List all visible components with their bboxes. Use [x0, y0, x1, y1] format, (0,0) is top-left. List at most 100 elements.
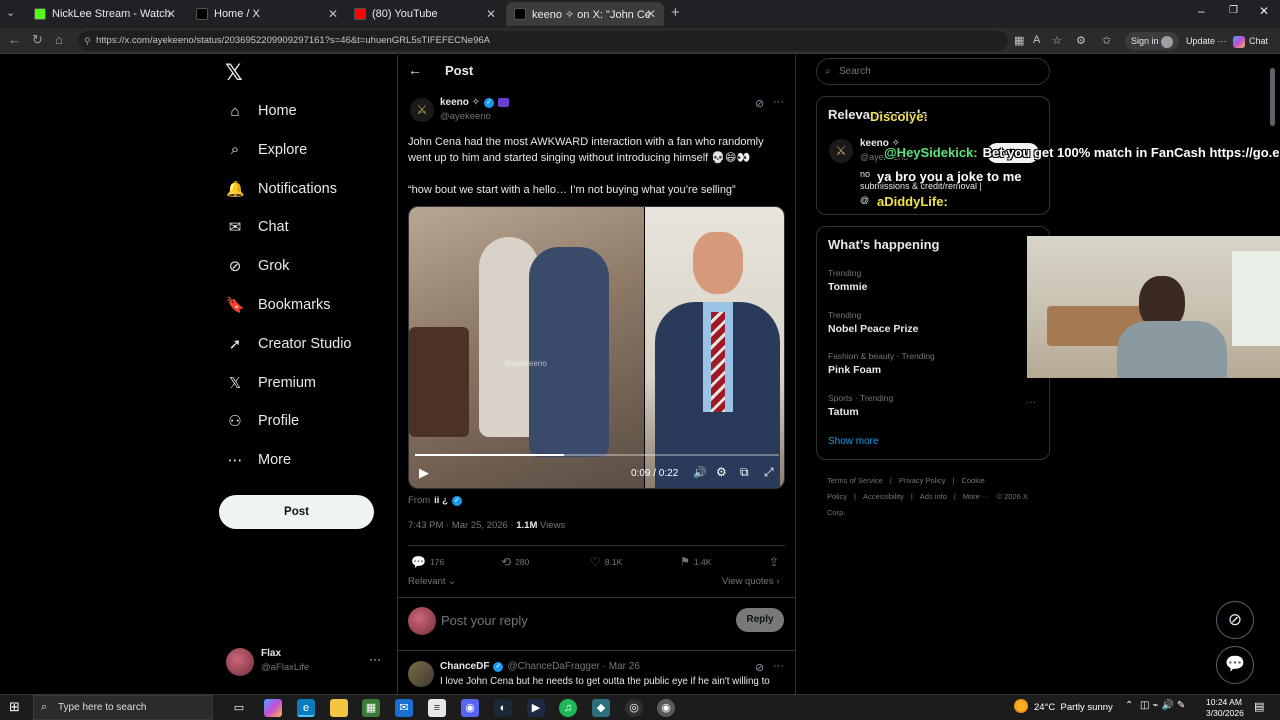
footer-link[interactable]: Accessibility: [863, 492, 904, 501]
grok-float-button[interactable]: ⊘: [1216, 601, 1254, 639]
account-switcher[interactable]: Flax @aFlaxLife ···: [226, 646, 386, 678]
play-icon[interactable]: ▶: [419, 465, 429, 481]
sidebar-item-home[interactable]: ⌂ Home: [226, 97, 296, 125]
notepad-app-icon[interactable]: ≡: [428, 699, 446, 717]
post-button[interactable]: Post: [219, 495, 374, 529]
obs-app-icon[interactable]: ◎: [625, 699, 643, 717]
trend-item[interactable]: Fashion & beauty · Trending Pink Foam: [828, 351, 1038, 376]
edge-app-icon[interactable]: e: [297, 699, 315, 717]
reply-more-icon[interactable]: ···: [773, 660, 784, 672]
bookmark-stat[interactable]: ⚑ 1.4K: [680, 555, 711, 568]
video-player[interactable]: @ayekeeno ▶ 0:09 / 0:22 🔊 ⚙ ⧉ ⤢: [408, 206, 785, 489]
windows-start-icon[interactable]: ⊞: [9, 699, 20, 715]
scrollbar-thumb[interactable]: [1270, 68, 1275, 126]
more-dots-icon[interactable]: ···: [369, 652, 381, 666]
weather-icon[interactable]: [1014, 699, 1028, 713]
reply-input[interactable]: Post your reply: [441, 613, 721, 628]
reply-author-avatar[interactable]: [408, 661, 434, 687]
taskbar-search[interactable]: ⌕ Type here to search: [33, 695, 213, 720]
back-icon[interactable]: ←: [8, 32, 21, 47]
maximize-button[interactable]: ❐: [1229, 5, 1238, 16]
show-more-link[interactable]: Show more: [828, 436, 879, 447]
sidebar-item-grok[interactable]: ⊘ Grok: [226, 252, 290, 280]
file-explorer-icon[interactable]: [330, 699, 348, 717]
app-icon[interactable]: ▶: [527, 699, 545, 717]
extensions-icon[interactable]: ⚙: [1076, 34, 1086, 47]
tab-close-icon[interactable]: ✕: [486, 7, 496, 21]
weather-text[interactable]: 24°C Partly sunny: [1034, 702, 1113, 713]
copilot-chat-button[interactable]: Chat: [1233, 32, 1268, 50]
tray-chevron-icon[interactable]: ⌃: [1125, 700, 1133, 711]
task-view-icon[interactable]: ▭: [230, 699, 248, 717]
footer-link[interactable]: Privacy Policy: [899, 476, 946, 485]
grok-explain-icon[interactable]: ⊘: [755, 97, 764, 110]
favorite-star-icon[interactable]: ☆: [1052, 34, 1062, 47]
sidebar-item-bookmarks[interactable]: 🔖 Bookmarks: [226, 291, 331, 319]
messages-float-button[interactable]: 💬: [1216, 646, 1254, 684]
read-aloud-icon[interactable]: A: [1033, 34, 1040, 46]
settings-icon[interactable]: ⚙: [716, 465, 727, 479]
from-row[interactable]: From ii ¿ ✓: [408, 495, 462, 506]
spotify-app-icon[interactable]: ♫: [559, 699, 577, 717]
share-icon[interactable]: ⇪: [769, 555, 779, 569]
close-window-button[interactable]: ✕: [1259, 4, 1269, 18]
view-quotes-link[interactable]: View quotes ›: [722, 576, 779, 587]
discord-app-icon[interactable]: ◉: [461, 699, 479, 717]
sidebar-item-more[interactable]: ⋯ More: [226, 446, 292, 474]
tab-list-icon[interactable]: ⌄: [6, 6, 15, 19]
footer-link[interactable]: Ads info: [920, 492, 947, 501]
favorites-icon[interactable]: ✩: [1102, 34, 1111, 47]
sidebar-item-premium[interactable]: 𝕏 Premium: [226, 369, 316, 397]
reply-stat[interactable]: 💬 176: [411, 555, 444, 569]
sidebar-item-explore[interactable]: ⌕ Explore: [226, 136, 307, 164]
trend-item[interactable]: Sports · Trending Tatum ···: [828, 393, 1038, 418]
grok-explain-icon[interactable]: ⊘: [755, 661, 764, 674]
browser-tab[interactable]: keeno ✧ on X: "John Cena had the most✕: [506, 2, 664, 26]
fullscreen-icon[interactable]: ⤢: [764, 465, 774, 480]
browser-tab[interactable]: NickLee Stream - Watch Live on Kick✕: [26, 2, 184, 26]
tab-close-icon[interactable]: ✕: [166, 7, 176, 21]
sort-relevant-dropdown[interactable]: Relevant ⌄: [408, 576, 456, 587]
tab-close-icon[interactable]: ✕: [646, 7, 656, 21]
calendar-app-icon[interactable]: ▦: [362, 699, 380, 717]
search-input[interactable]: ⌕ Search: [816, 58, 1050, 85]
relevant-person-avatar[interactable]: ⚔: [829, 139, 853, 163]
sidebar-item-profile[interactable]: ⚇ Profile: [226, 407, 299, 435]
notifications-icon[interactable]: ▤: [1254, 700, 1264, 713]
pip-icon[interactable]: ⧉: [740, 465, 749, 480]
author-name-row[interactable]: keeno ✧ ✓: [440, 97, 510, 108]
copilot-app-icon[interactable]: [264, 699, 282, 717]
sidebar-item-notifications[interactable]: 🔔 Notifications: [226, 175, 337, 203]
minimize-button[interactable]: –: [1198, 4, 1205, 18]
reply-header[interactable]: ChanceDF ✓ @ChanceDaFragger · Mar 26: [440, 661, 640, 672]
app-available-icon[interactable]: ▦: [1014, 34, 1024, 47]
browser-tab[interactable]: (80) YouTube ✕: [346, 2, 504, 26]
sign-in-button[interactable]: Sign in: [1125, 32, 1180, 50]
clock-date[interactable]: 3/30/2026: [1206, 708, 1244, 718]
tab-close-icon[interactable]: ✕: [328, 7, 338, 21]
sidebar-item-creator-studio[interactable]: ➚ Creator Studio: [226, 330, 352, 358]
post-timestamp[interactable]: 7:43 PM · Mar 25, 2026 ·: [408, 520, 514, 531]
site-info-icon[interactable]: ⚲: [84, 31, 91, 51]
home-icon[interactable]: ⌂: [55, 32, 63, 47]
x-logo[interactable]: 𝕏: [225, 60, 243, 86]
footer-link[interactable]: Terms of Service: [827, 476, 883, 485]
video-progress-track[interactable]: [415, 454, 779, 456]
author-avatar[interactable]: ⚔: [410, 98, 434, 122]
trend-item[interactable]: Trending Nobel Peace Prize: [828, 310, 1038, 335]
repost-stat[interactable]: ⟲ 280: [501, 555, 529, 569]
mail-app-icon[interactable]: ✉: [395, 699, 413, 717]
browser-tab[interactable]: Home / X ✕: [188, 2, 346, 26]
update-button[interactable]: Update ···: [1180, 32, 1233, 50]
url-field[interactable]: ⚲ https://x.com/ayekeeno/status/20369522…: [78, 31, 1008, 51]
volume-icon[interactable]: 🔊: [693, 466, 707, 479]
new-tab-button[interactable]: +: [671, 4, 680, 21]
tray-icons[interactable]: ◫⌁🔊✎: [1140, 700, 1188, 711]
app-icon[interactable]: ◉: [657, 699, 675, 717]
footer-link[interactable]: More ···: [963, 492, 990, 501]
like-stat[interactable]: ♡ 8.1K: [590, 555, 622, 569]
app-icon[interactable]: ◆: [592, 699, 610, 717]
back-arrow-icon[interactable]: ←: [408, 62, 422, 78]
sidebar-item-chat[interactable]: ✉ Chat: [226, 213, 289, 241]
post-more-icon[interactable]: ···: [773, 96, 784, 108]
